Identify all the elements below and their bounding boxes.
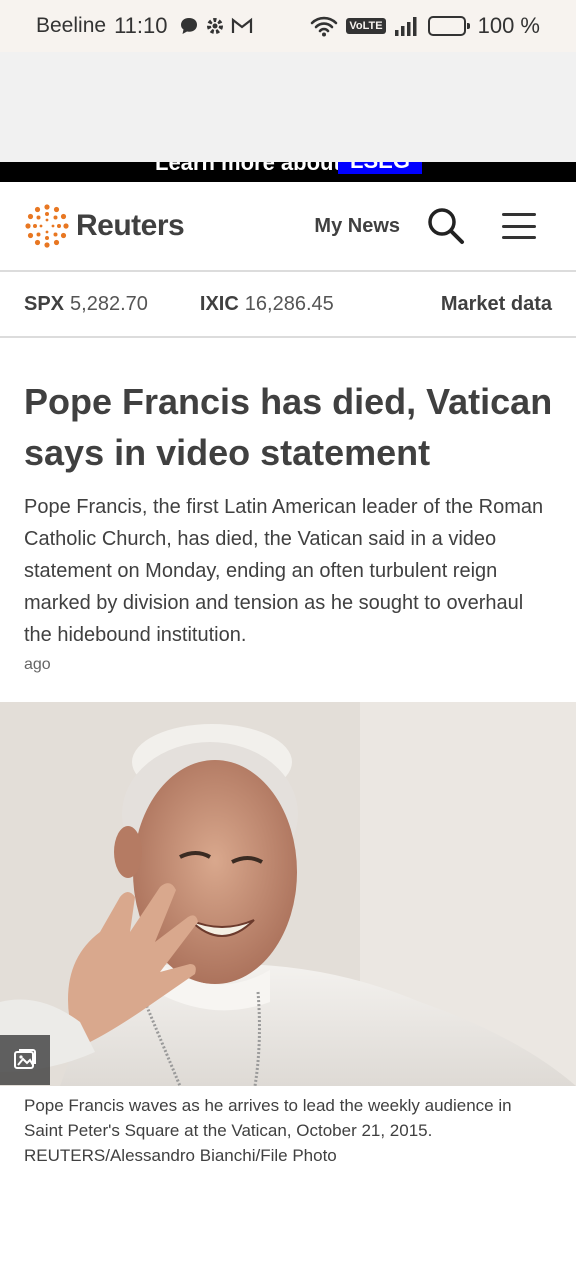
market-data-bar: SPX 5,282.70 IXIC 16,286.45 Market data (0, 272, 576, 338)
wifi-icon (311, 16, 338, 37)
market-data-link[interactable]: Market data (441, 293, 552, 316)
hamburger-menu-icon[interactable] (502, 213, 536, 239)
ticker-ixic[interactable]: IXIC 16,286.45 (200, 293, 334, 316)
battery-icon (427, 16, 470, 36)
chat-bubble-icon (181, 18, 198, 34)
ticker-value: 5,282.70 (70, 292, 148, 315)
photo-caption: Pope Francis waves as he arrives to lead… (24, 1096, 512, 1165)
ticker-symbol: SPX (24, 292, 65, 315)
gmail-icon (232, 17, 253, 33)
ad-text: Learn more about (155, 162, 341, 175)
signal-icon (394, 17, 417, 36)
ad-placeholder[interactable] (0, 52, 576, 162)
pope-francis-photo (0, 702, 576, 1086)
my-news-link[interactable]: My News (314, 215, 400, 238)
notification-icons (179, 16, 253, 36)
photo-gallery-button[interactable] (0, 1035, 50, 1085)
search-button[interactable] (426, 206, 466, 246)
ticker-symbol: IXIC (199, 292, 239, 315)
status-right: VoLTE 100 % (310, 13, 540, 39)
ad-brand-logo: LSEG (338, 162, 422, 174)
ad-banner[interactable]: Learn more about LSEG (0, 162, 576, 182)
ticker-value: 16,286.45 (244, 292, 334, 315)
article-time-ago: ago (24, 656, 51, 673)
status-time: 11:10 (114, 13, 168, 38)
logo-text: Reuters (76, 209, 185, 242)
reuters-logo[interactable]: Reuters (24, 203, 185, 249)
search-icon (428, 208, 464, 244)
header-nav: My News (314, 206, 552, 246)
reuters-logo-icon (25, 204, 69, 248)
article-photo[interactable] (0, 702, 576, 1086)
status-bar: Beeline 11:10 VoLTE 100 % (0, 0, 576, 52)
image-gallery-icon (14, 1049, 36, 1069)
site-header: Reuters My News (0, 182, 576, 272)
battery-percent: 100 % (477, 13, 540, 38)
ticker-spx[interactable]: SPX 5,282.70 (24, 293, 148, 316)
article-summary: Pope Francis, the first Latin American l… (24, 496, 544, 646)
status-left: Beeline 11:10 (36, 13, 253, 39)
settings-gear-icon (207, 18, 224, 34)
article-headline[interactable]: Pope Francis has died, Vatican says in v… (24, 376, 554, 478)
carrier-name: Beeline (36, 14, 107, 37)
volte-icon: VoLTE (346, 18, 386, 34)
